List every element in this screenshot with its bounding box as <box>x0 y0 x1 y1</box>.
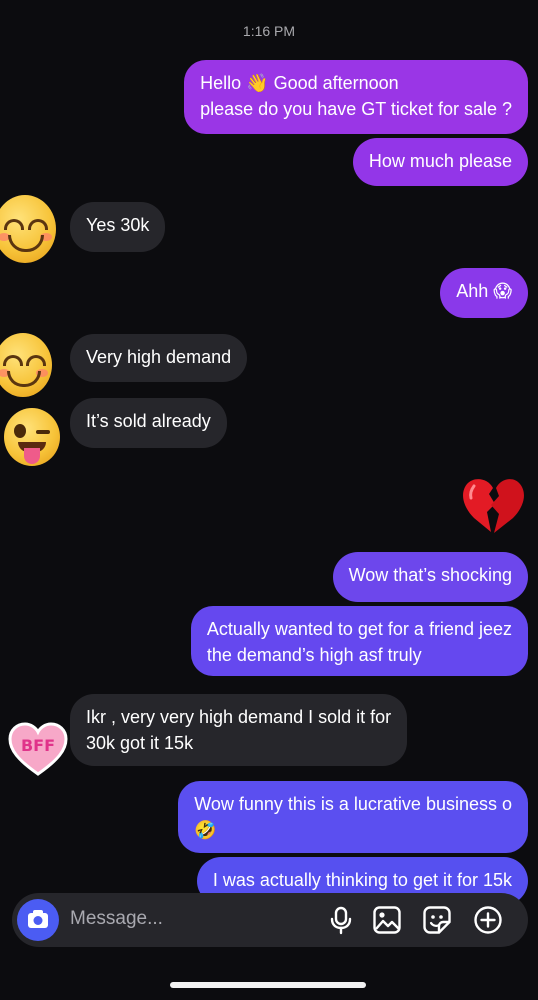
smiling-face-icon[interactable] <box>0 195 56 263</box>
message-text-line: Hello 👋 Good afternoon <box>200 73 399 93</box>
message-outgoing[interactable]: Actually wanted to get for a friend jeez… <box>190 606 528 676</box>
message-incoming[interactable]: Very high demand <box>70 334 248 382</box>
microphone-icon[interactable] <box>326 905 356 935</box>
sticker-icon[interactable] <box>422 905 452 935</box>
bff-heart-sticker[interactable]: BFF <box>8 722 68 776</box>
add-icon[interactable] <box>473 905 503 935</box>
message-text-line: 🤣 <box>194 820 217 840</box>
message-composer: Message... <box>12 893 528 947</box>
message-text-line: 30k got it 15k <box>86 733 194 753</box>
message-text-line: Wow that’s shocking <box>348 565 512 585</box>
message-text-line: I was actually thinking to get it for 15… <box>212 870 512 890</box>
message-incoming[interactable]: Yes 30k <box>70 202 166 252</box>
camera-icon <box>28 910 48 928</box>
bff-label: BFF <box>20 736 56 755</box>
message-outgoing[interactable]: Wow funny this is a lucrative business o… <box>178 781 528 853</box>
message-outgoing[interactable]: Wow that’s shocking <box>332 552 528 602</box>
message-outgoing[interactable]: Hello 👋 Good afternoon please do you hav… <box>184 60 528 134</box>
broken-heart-icon <box>463 479 524 533</box>
message-text-line: Wow funny this is a lucrative business o <box>194 794 512 814</box>
winking-tongue-face-icon[interactable] <box>4 408 60 466</box>
message-text-line: Ahh 😱 <box>456 281 512 301</box>
message-text-line: the demand’s high asf truly <box>206 645 422 665</box>
gallery-icon[interactable] <box>372 905 402 935</box>
message-text-line: Actually wanted to get for a friend jeez <box>206 619 512 639</box>
message-incoming[interactable]: Ikr , very very high demand I sold it fo… <box>70 694 408 766</box>
message-text-line: Very high demand <box>86 347 232 367</box>
smiling-face-icon[interactable] <box>0 333 52 397</box>
message-outgoing[interactable]: Ahh 😱 <box>440 268 528 318</box>
message-text-line: Ikr , very very high demand I sold it fo… <box>86 707 392 727</box>
camera-button[interactable] <box>17 899 59 941</box>
message-incoming[interactable]: It’s sold already <box>70 398 227 448</box>
broken-heart-message[interactable]: 💔 <box>462 476 524 534</box>
message-text-line: Yes 30k <box>86 215 150 235</box>
message-outgoing[interactable]: How much please <box>352 138 528 186</box>
message-text-line: please do you have GT ticket for sale ? <box>200 99 512 119</box>
timestamp: 1:16 PM <box>242 23 296 39</box>
message-text-line: It’s sold already <box>86 411 211 431</box>
home-indicator <box>170 982 366 988</box>
message-text-line: How much please <box>368 151 512 171</box>
message-input[interactable]: Message... <box>70 908 163 930</box>
